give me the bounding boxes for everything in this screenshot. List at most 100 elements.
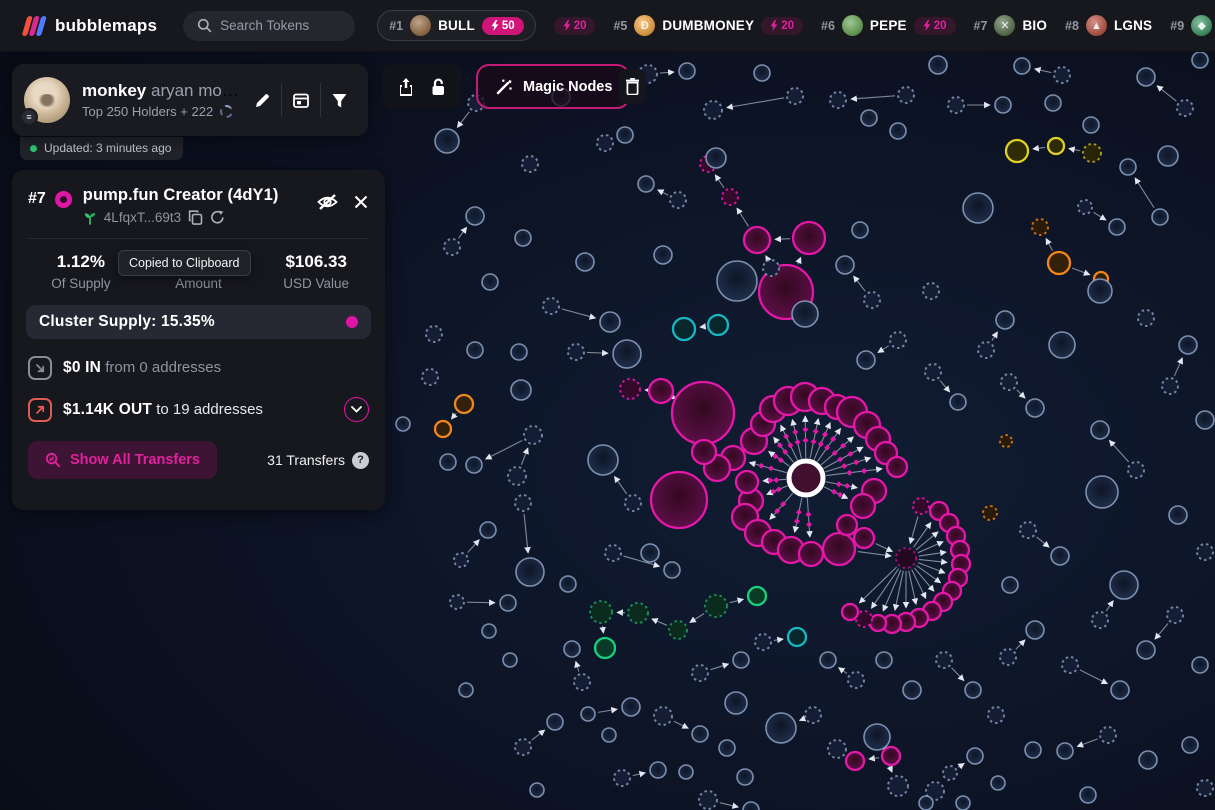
wallet-bubble[interactable]: [902, 680, 922, 700]
wallet-bubble[interactable]: [649, 761, 667, 779]
delete-button[interactable]: [619, 69, 646, 104]
wallet-bubble[interactable]: [1004, 138, 1030, 164]
wallet-bubble[interactable]: [706, 313, 730, 337]
wallet-bubble[interactable]: [1191, 656, 1209, 674]
wallet-bubble[interactable]: [507, 466, 527, 486]
wallet-bubble[interactable]: [465, 456, 483, 474]
wallet-bubble[interactable]: [716, 260, 758, 302]
wallet-bubble[interactable]: [653, 706, 673, 726]
show-all-transfers-button[interactable]: Show All Transfers: [28, 441, 217, 479]
wallet-bubble[interactable]: [1000, 373, 1018, 391]
wallet-bubble[interactable]: [1161, 377, 1179, 395]
wallet-bubble[interactable]: [621, 697, 641, 717]
wallet-bubble[interactable]: [704, 594, 728, 618]
wallet-bubble[interactable]: [1127, 461, 1145, 479]
wallet-bubble[interactable]: [515, 557, 545, 587]
wallet-bubble[interactable]: [863, 291, 881, 309]
wallet-bubble[interactable]: [1090, 420, 1110, 440]
wallet-bubble[interactable]: [977, 341, 995, 359]
wallet-bubble[interactable]: [443, 238, 461, 256]
wallet-bubble[interactable]: [880, 745, 902, 767]
wallet-bubble[interactable]: [510, 379, 532, 401]
wallet-bubble[interactable]: [703, 100, 723, 120]
wallet-bubble[interactable]: [1099, 726, 1117, 744]
edit-button[interactable]: [244, 92, 281, 109]
wallet-bubble[interactable]: [736, 768, 754, 786]
calendar-button[interactable]: [282, 91, 320, 109]
wallet-bubble[interactable]: [1053, 66, 1071, 84]
help-icon[interactable]: ?: [352, 451, 369, 469]
wallet-bubble[interactable]: [1031, 218, 1049, 236]
wallet-bubble[interactable]: [734, 469, 760, 495]
holder-address[interactable]: 4LfqxT...69t3: [104, 210, 181, 225]
wallet-bubble[interactable]: [786, 87, 804, 105]
wallet-bubble[interactable]: [791, 220, 827, 256]
magic-nodes-button[interactable]: Magic Nodes: [476, 64, 631, 109]
wallet-bubble[interactable]: [567, 343, 585, 361]
wallet-bubble[interactable]: [1056, 742, 1074, 760]
wallet-bubble[interactable]: [587, 444, 619, 476]
wallet-bubble[interactable]: [678, 62, 696, 80]
unlock-icon[interactable]: [429, 77, 447, 97]
wallet-bubble[interactable]: [860, 109, 878, 127]
wallet-bubble[interactable]: [804, 706, 822, 724]
token-card[interactable]: ≡ monkey aryan monk... Top 250 Holders +…: [12, 64, 368, 136]
wallet-bubble[interactable]: [863, 723, 891, 751]
wallet-bubble[interactable]: [1048, 331, 1076, 359]
wallet-bubble[interactable]: [668, 620, 688, 640]
wallet-bubble[interactable]: [947, 96, 965, 114]
wallet-bubble[interactable]: [613, 769, 631, 787]
wallet-bubble[interactable]: [1196, 543, 1214, 561]
wallet-bubble[interactable]: [732, 651, 750, 669]
wallet-bubble[interactable]: [575, 252, 595, 272]
wallet-bubble[interactable]: [510, 343, 528, 361]
wallet-bubble[interactable]: [523, 425, 543, 445]
ticker-token[interactable]: #8 ▲ LGNS: [1065, 15, 1152, 36]
wallet-bubble[interactable]: [721, 188, 739, 206]
wallet-bubble[interactable]: [589, 600, 613, 624]
wallet-bubble[interactable]: [559, 575, 577, 593]
share-icon[interactable]: [397, 77, 415, 97]
wallet-bubble[interactable]: [797, 540, 825, 568]
wallet-bubble[interactable]: [1091, 611, 1109, 629]
wallet-bubble[interactable]: [875, 651, 893, 669]
wallet-bubble[interactable]: [1109, 570, 1139, 600]
wallet-bubble[interactable]: [851, 221, 869, 239]
wallet-bubble[interactable]: [819, 651, 837, 669]
wallet-bubble[interactable]: [616, 126, 634, 144]
wallet-bubble[interactable]: [453, 393, 475, 415]
wallet-bubble[interactable]: [1044, 94, 1062, 112]
wallet-bubble[interactable]: [1138, 750, 1158, 770]
wallet-bubble[interactable]: [1151, 208, 1169, 226]
wallet-bubble[interactable]: [718, 739, 736, 757]
wallet-bubble[interactable]: [649, 470, 709, 530]
ticker-token[interactable]: #9 ◆: [1170, 15, 1213, 36]
ticker-token[interactable]: #6 PEPE 20: [821, 15, 956, 36]
wallet-bubble[interactable]: [1110, 680, 1130, 700]
filter-button[interactable]: [321, 92, 358, 109]
wallet-bubble[interactable]: [966, 747, 984, 765]
wallet-bubble[interactable]: [791, 300, 819, 328]
wallet-bubble[interactable]: [678, 764, 694, 780]
wallet-bubble[interactable]: [502, 652, 518, 668]
close-icon[interactable]: [353, 194, 369, 210]
wallet-bubble[interactable]: [742, 801, 760, 810]
wallet-bubble[interactable]: [466, 341, 484, 359]
wallet-bubble[interactable]: [1077, 199, 1093, 215]
wallet-bubble[interactable]: [637, 175, 655, 193]
wallet-bubble[interactable]: [885, 455, 909, 479]
wallet-bubble[interactable]: [724, 691, 748, 715]
wallet-bubble[interactable]: [580, 706, 596, 722]
hide-node-icon[interactable]: [316, 192, 339, 212]
wallet-bubble[interactable]: [999, 648, 1017, 666]
wallet-bubble[interactable]: [458, 682, 474, 698]
wallet-bubble[interactable]: [912, 497, 930, 515]
brand[interactable]: bubblemaps: [0, 14, 157, 38]
wallet-bubble[interactable]: [1191, 51, 1209, 69]
cluster-supply-row[interactable]: Cluster Supply: 15.35%: [26, 305, 371, 339]
wallet-bubble[interactable]: [955, 795, 971, 810]
wallet-bubble[interactable]: [1108, 218, 1126, 236]
wallet-bubble[interactable]: [479, 521, 497, 539]
wallet-bubble[interactable]: [514, 229, 532, 247]
wallet-bubble[interactable]: [1136, 640, 1156, 660]
